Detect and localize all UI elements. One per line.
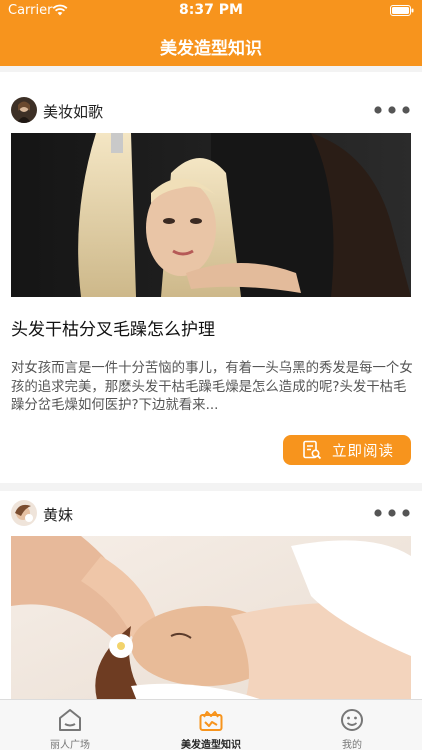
read-now-button[interactable]: 立即阅读 — [283, 435, 411, 465]
smiley-icon — [341, 709, 363, 731]
article-excerpt: 对女孩而言是一件十分苦恼的事儿，有着一头乌黑的秀发是每一个女孩的追求完美，那麽头… — [11, 361, 413, 413]
status-bar: Carrier 8:37 PM — [0, 0, 422, 22]
home-icon — [59, 709, 81, 731]
document-search-icon — [303, 440, 322, 460]
avatar[interactable] — [11, 97, 37, 123]
tab-label: 美发造型知识 — [181, 740, 241, 750]
tab-label: 我的 — [342, 740, 362, 750]
article-feed[interactable]: 美妆如歌 头发干枯分叉毛躁怎么护理 对女孩而言是一件十分苦恼的事儿，有着一头乌黑… — [0, 66, 422, 699]
avatar[interactable] — [11, 500, 37, 526]
article-image[interactable] — [11, 536, 411, 699]
tab-plaza[interactable]: 丽人广场 — [0, 700, 140, 750]
more-icon[interactable] — [374, 106, 410, 114]
tab-label: 丽人广场 — [50, 740, 90, 750]
page-title: 美发造型知识 — [160, 39, 262, 59]
crown-box-icon — [199, 711, 223, 731]
author-name[interactable]: 黄妹 — [43, 504, 73, 525]
tab-bar: 丽人广场 美发造型知识 我的 — [0, 699, 422, 750]
more-icon[interactable] — [374, 509, 410, 517]
article-card[interactable]: 黄妹 — [0, 491, 422, 699]
battery-icon — [390, 5, 414, 16]
author-name[interactable]: 美妆如歌 — [43, 101, 103, 122]
article-image[interactable] — [11, 133, 411, 297]
read-now-label: 立即阅读 — [332, 444, 394, 460]
tab-hair-knowledge[interactable]: 美发造型知识 — [141, 700, 281, 750]
tab-mine[interactable]: 我的 — [282, 700, 422, 750]
article-title[interactable]: 头发干枯分叉毛躁怎么护理 — [11, 315, 215, 340]
header: Carrier 8:37 PM 美发造型知识 — [0, 0, 422, 66]
status-time: 8:37 PM — [179, 2, 243, 18]
article-card[interactable]: 美妆如歌 头发干枯分叉毛躁怎么护理 对女孩而言是一件十分苦恼的事儿，有着一头乌黑… — [0, 72, 422, 483]
